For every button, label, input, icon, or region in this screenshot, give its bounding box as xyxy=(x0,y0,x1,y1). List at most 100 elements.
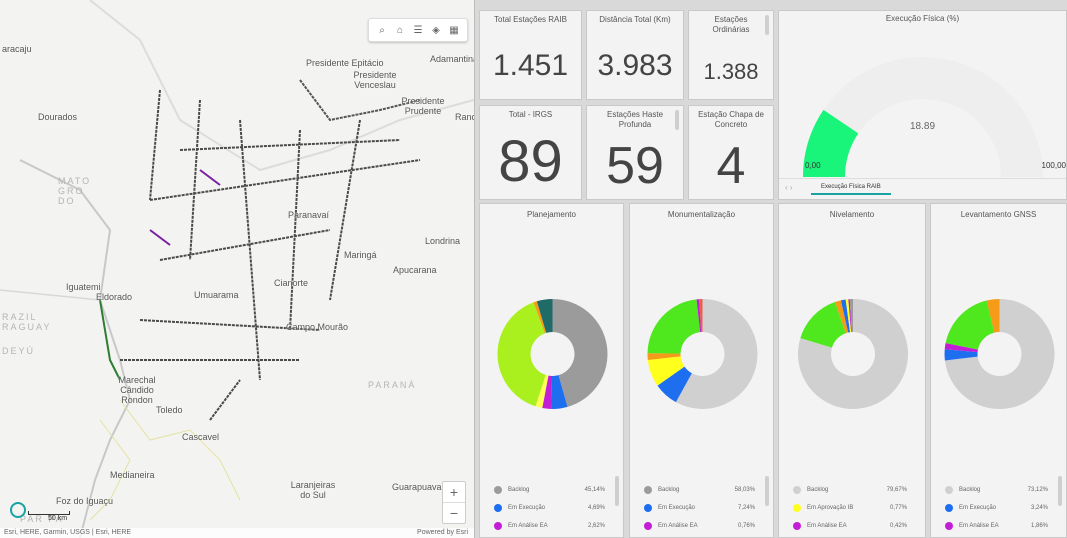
legend-label: Backlog xyxy=(959,487,981,493)
legend-pct: 79,67% xyxy=(886,487,907,493)
city-label: Londrina xyxy=(425,236,461,246)
legend-item[interactable]: Em Execução 3,24% xyxy=(945,499,1048,517)
donut-chart xyxy=(798,299,908,409)
legend-item[interactable]: Em Análise EA 1,86% xyxy=(945,517,1048,535)
city-label: Adamantina xyxy=(430,54,475,64)
panel-title: Levantamento GNSS xyxy=(960,210,1037,219)
city-label: Cascavel xyxy=(182,432,220,442)
donut-chart xyxy=(944,299,1055,409)
kpi-estacoes-ordinarias: Estações Ordinárias 1.388 xyxy=(688,10,774,100)
kpi-total-irgs: Total - IRGS 89 xyxy=(479,105,582,200)
panel-title: Monumentalização xyxy=(667,210,736,219)
legend-pct: 0,42% xyxy=(889,523,907,529)
gauge-min: 0,00 xyxy=(805,161,821,170)
city-label: Dourados xyxy=(38,112,78,122)
grid-icon[interactable]: ▦ xyxy=(447,23,461,37)
kpi-value: 4 xyxy=(716,137,746,195)
city-label: Guarapuava xyxy=(392,482,442,492)
panel-title: Planejamento xyxy=(527,210,576,219)
donut-segment[interactable] xyxy=(945,300,995,350)
tab-arrows-icon[interactable]: ‹ › xyxy=(785,183,793,192)
legend-item[interactable]: Em Análise EA 0,76% xyxy=(644,517,755,535)
layers-icon[interactable]: ◈ xyxy=(429,23,443,37)
legend-pct: 7,24% xyxy=(737,505,755,511)
gauge-tabbar: ‹ › Execução Física RAIB xyxy=(779,178,1066,199)
donut-chart xyxy=(647,299,758,409)
kpi-distancia-total: Distância Total (Km) 3.983 xyxy=(586,10,684,100)
legend-dot xyxy=(793,522,801,530)
legend-label: Em Análise EA xyxy=(508,523,548,529)
home-icon[interactable]: ⌂ xyxy=(393,23,407,37)
gauge-value: 18.89 xyxy=(909,121,936,132)
scrollbar[interactable] xyxy=(615,476,619,506)
map-view[interactable]: ⌕ ⌂ ☰ ◈ ▦ aracaju Adamantina Presidente … xyxy=(0,0,475,538)
kpi-chapa-concreto: Estação Chapa de Concreto 4 xyxy=(688,105,774,200)
legend-item[interactable]: Em Análise EA 0,42% xyxy=(793,517,907,535)
legend-label: Em Execução xyxy=(508,505,546,511)
legend-dot xyxy=(494,522,502,530)
city-label: Laranjeiras do Sul xyxy=(290,480,336,500)
donut-segment[interactable] xyxy=(647,299,701,354)
scrollbar[interactable] xyxy=(765,476,769,506)
legend-dot xyxy=(644,486,652,494)
city-label: Eldorado xyxy=(96,292,133,302)
list-icon[interactable]: ☰ xyxy=(411,23,425,37)
city-label: Maringá xyxy=(344,250,377,260)
legend-pct: 73,12% xyxy=(1027,487,1048,493)
legend-dot xyxy=(945,522,953,530)
city-label: Foz do Iguaçu xyxy=(56,496,114,506)
kpi-value: 3.983 xyxy=(597,49,673,82)
legend-item[interactable]: Em Execução 4,69% xyxy=(494,499,605,517)
region-label: MATO GRO DO xyxy=(58,176,92,206)
region-label: PARANÁ xyxy=(368,380,417,390)
scrollbar[interactable] xyxy=(1058,476,1062,506)
donut-panel-monumentalizacao: Monumentalização Backlog 58,03% Em Execuç… xyxy=(629,203,774,538)
kpi-label: Estações Ordinárias xyxy=(712,15,750,34)
legend-label: Em Análise EA xyxy=(658,523,698,529)
kpi-value: 1.388 xyxy=(703,59,759,84)
scrollbar[interactable] xyxy=(765,15,769,35)
gauge-chart xyxy=(803,57,1043,177)
legend-dot xyxy=(793,486,801,494)
scale-bar: 50 km xyxy=(28,511,70,522)
donut-segment[interactable] xyxy=(497,302,546,407)
legend-item[interactable]: Em Aprovação IB 0,77% xyxy=(793,499,907,517)
search-icon[interactable]: ⌕ xyxy=(375,23,389,37)
legend-item[interactable]: Em Execução 7,24% xyxy=(644,499,755,517)
gauge-max: 100,00 xyxy=(1041,161,1066,170)
city-label: Ranc xyxy=(455,112,475,122)
region-label: RAZIL xyxy=(2,312,38,322)
legend-item[interactable]: Backlog 58,03% xyxy=(644,481,755,499)
legend-label: Backlog xyxy=(508,487,530,493)
donut-panel-planejamento: Planejamento Backlog 45,14% Em Execução 4,… xyxy=(479,203,624,538)
city-label: Iguatemi xyxy=(66,282,101,292)
chart-legend: Backlog 79,67% Em Aprovação IB 0,77% Em An… xyxy=(793,481,907,535)
legend-pct: 4,69% xyxy=(587,505,605,511)
legend-label: Em Aprovação IB xyxy=(807,505,854,511)
panel-title: Nivelamento xyxy=(829,210,875,219)
legend-pct: 0,76% xyxy=(737,523,755,529)
zoom-in-button[interactable]: + xyxy=(443,482,465,503)
kpi-value: 1.451 xyxy=(492,49,569,82)
legend-dot xyxy=(793,504,801,512)
legend-label: Em Análise EA xyxy=(807,523,847,529)
legend-item[interactable]: Backlog 45,14% xyxy=(494,481,605,499)
powered-by-link[interactable]: Powered by Esri xyxy=(417,528,468,538)
gauge-panel: Execução Física (%) 18.89 0,00 100,00 ‹ … xyxy=(778,10,1067,200)
scrollbar[interactable] xyxy=(675,110,679,130)
legend-item[interactable]: Em Análise EA 2,62% xyxy=(494,517,605,535)
legend-item[interactable]: Backlog 79,67% xyxy=(793,481,907,499)
region-label: DEYÚ xyxy=(2,346,36,356)
legend-item[interactable]: Backlog 73,12% xyxy=(945,481,1048,499)
map-attribution: Esri, HERE, Garmin, USGS | Esri, HERE Po… xyxy=(0,528,474,538)
zoom-out-button[interactable]: − xyxy=(443,503,465,523)
scale-label: 50 km xyxy=(48,515,68,522)
attribution-text: Esri, HERE, Garmin, USGS | Esri, HERE xyxy=(4,529,132,536)
legend-pct: 58,03% xyxy=(734,487,755,493)
city-label: Presidente Venceslau xyxy=(353,70,397,90)
legend-dot xyxy=(644,504,652,512)
legend-dot xyxy=(945,504,953,512)
legend-dot xyxy=(494,486,502,494)
tab-execucao-fisica[interactable]: Execução Física RAIB xyxy=(811,181,891,195)
gauge-title: Execução Física (%) xyxy=(885,14,960,23)
